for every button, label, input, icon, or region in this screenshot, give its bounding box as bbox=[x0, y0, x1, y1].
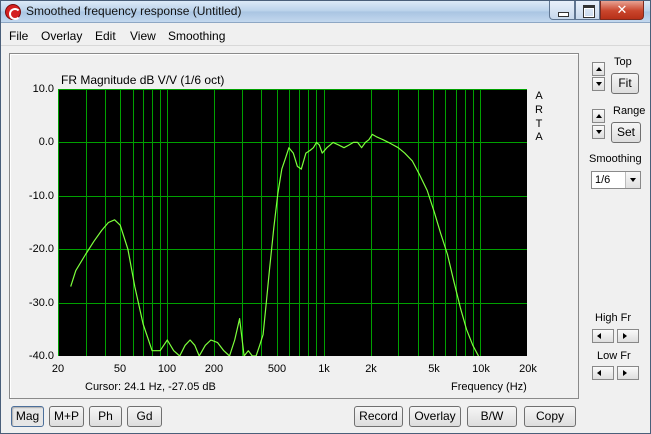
y-tick-label: -10.0 bbox=[28, 190, 54, 202]
top-label: Top bbox=[614, 56, 632, 68]
x-tick-label: 500 bbox=[267, 363, 287, 375]
x-axis-label: Frequency (Hz) bbox=[451, 381, 527, 393]
x-tick-label: 50 bbox=[113, 363, 127, 375]
arta-letter: T bbox=[535, 118, 543, 130]
mag-button[interactable]: Mag bbox=[11, 406, 44, 427]
minimize-button[interactable] bbox=[549, 1, 575, 20]
range-down-arrow-icon[interactable] bbox=[592, 125, 605, 139]
smoothing-select[interactable]: 1/6 bbox=[591, 171, 641, 189]
y-tick-label: -40.0 bbox=[28, 350, 54, 362]
menu-view[interactable]: View bbox=[130, 29, 156, 43]
arta-letter: R bbox=[535, 104, 543, 116]
window-title: Smoothed frequency response (Untitled) bbox=[26, 4, 242, 18]
smoothing-value: 1/6 bbox=[595, 174, 611, 186]
x-tick-label: 200 bbox=[204, 363, 224, 375]
top-up-arrow-icon[interactable] bbox=[592, 62, 605, 76]
x-tick-label: 20 bbox=[51, 363, 65, 375]
record-button[interactable]: Record bbox=[354, 406, 403, 427]
cursor-readout: Cursor: 24.1 Hz, -27.05 dB bbox=[85, 381, 216, 393]
menu-file[interactable]: File bbox=[9, 29, 28, 43]
x-tick-label: 2k bbox=[365, 363, 377, 375]
menu-bar: File Overlay Edit View Smoothing bbox=[1, 24, 650, 46]
y-tick-label: -20.0 bbox=[28, 243, 54, 255]
x-tick-label: 10k bbox=[472, 363, 490, 375]
smoothing-label: Smoothing bbox=[589, 153, 642, 165]
high-fr-right-arrow-icon[interactable] bbox=[617, 329, 639, 343]
x-tick-label: 20k bbox=[519, 363, 537, 375]
plot-area[interactable] bbox=[58, 89, 527, 356]
range-label: Range bbox=[613, 105, 646, 117]
ph-button[interactable]: Ph bbox=[89, 406, 122, 427]
menu-smoothing[interactable]: Smoothing bbox=[168, 29, 225, 43]
gd-button[interactable]: Gd bbox=[127, 406, 162, 427]
x-tick-label: 5k bbox=[428, 363, 440, 375]
low-fr-label: Low Fr bbox=[597, 350, 631, 362]
app-window: Smoothed frequency response (Untitled) ✕… bbox=[0, 0, 651, 434]
magnitude-chart[interactable] bbox=[58, 89, 527, 356]
x-tick-label: 1k bbox=[318, 363, 330, 375]
x-tick-label: 100 bbox=[157, 363, 177, 375]
high-fr-label: High Fr bbox=[595, 312, 632, 324]
mp-button[interactable]: M+P bbox=[49, 406, 84, 427]
fit-button[interactable]: Fit bbox=[611, 73, 639, 94]
overlay-button[interactable]: Overlay bbox=[409, 406, 461, 427]
close-icon: ✕ bbox=[616, 2, 628, 17]
y-tick-label: -30.0 bbox=[28, 297, 54, 309]
range-up-arrow-icon[interactable] bbox=[592, 109, 605, 123]
low-fr-left-arrow-icon[interactable] bbox=[592, 366, 614, 380]
arta-letter: A bbox=[535, 131, 543, 143]
chart-title: FR Magnitude dB V/V (1/6 oct) bbox=[61, 73, 225, 87]
bw-button[interactable]: B/W bbox=[467, 406, 517, 427]
high-fr-left-arrow-icon[interactable] bbox=[592, 329, 614, 343]
title-bar[interactable]: Smoothed frequency response (Untitled) ✕ bbox=[1, 1, 650, 23]
low-fr-right-arrow-icon[interactable] bbox=[617, 366, 639, 380]
top-down-arrow-icon[interactable] bbox=[592, 77, 605, 91]
copy-button[interactable]: Copy bbox=[524, 406, 576, 427]
arta-letter: A bbox=[535, 90, 543, 102]
y-tick-label: 0.0 bbox=[38, 136, 54, 148]
close-button[interactable]: ✕ bbox=[600, 1, 644, 20]
app-icon[interactable] bbox=[5, 4, 21, 20]
y-tick-label: 10.0 bbox=[32, 83, 54, 95]
menu-overlay[interactable]: Overlay bbox=[41, 29, 82, 43]
set-button[interactable]: Set bbox=[611, 122, 641, 143]
menu-edit[interactable]: Edit bbox=[95, 29, 116, 43]
chevron-down-icon[interactable] bbox=[625, 172, 640, 188]
maximize-button[interactable] bbox=[575, 1, 600, 20]
